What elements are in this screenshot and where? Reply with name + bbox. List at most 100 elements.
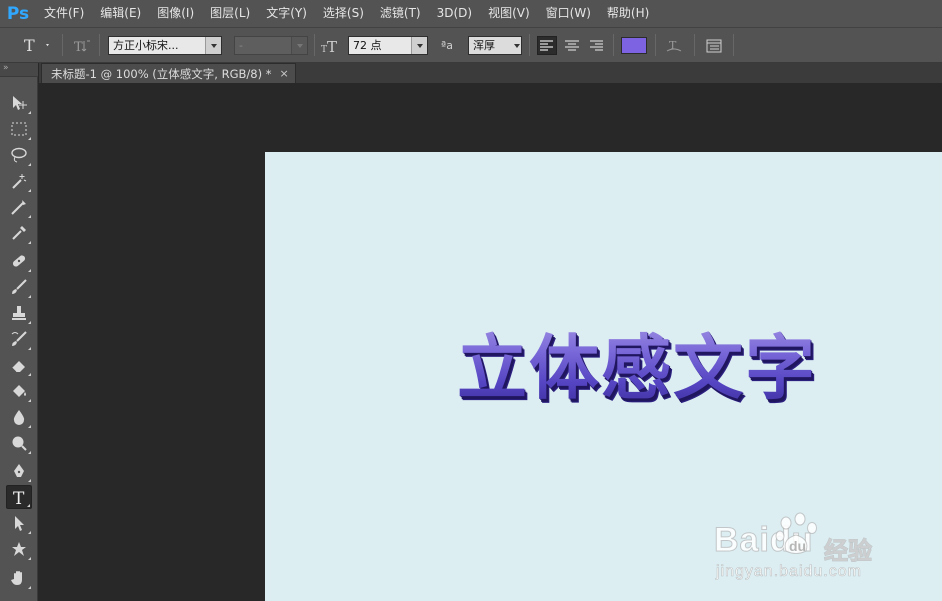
shape-tool[interactable] bbox=[6, 537, 32, 561]
jingyan-brand-text: 经验 bbox=[824, 537, 873, 566]
healing-brush-tool[interactable] bbox=[6, 249, 32, 273]
font-size-glyph-icon: T T bbox=[321, 38, 337, 54]
eyedropper-tool[interactable] bbox=[6, 221, 32, 245]
magic-wand-icon bbox=[12, 174, 27, 189]
panel-collapse-grip[interactable]: » bbox=[0, 63, 38, 77]
font-size-select[interactable]: 72 点 bbox=[348, 36, 428, 55]
menu-filter[interactable]: 滤镜(T) bbox=[372, 0, 429, 27]
warp-text-button[interactable]: T bbox=[664, 36, 684, 55]
warp-text-icon: T bbox=[666, 39, 682, 52]
separator bbox=[694, 34, 695, 56]
hand-icon bbox=[11, 571, 22, 585]
menu-type[interactable]: 文字(Y) bbox=[258, 0, 315, 27]
brush-icon bbox=[12, 279, 27, 294]
type-tool-icon: T bbox=[24, 36, 49, 54]
lasso-icon bbox=[11, 147, 27, 163]
crop-icon bbox=[11, 200, 26, 215]
chevron-down-icon bbox=[411, 37, 427, 54]
svg-text:T: T bbox=[327, 38, 337, 54]
align-left-button[interactable] bbox=[537, 36, 557, 55]
menu-edit[interactable]: 编辑(E) bbox=[92, 0, 149, 27]
font-style-select[interactable]: - bbox=[234, 36, 308, 55]
paint-bucket-icon bbox=[13, 385, 26, 397]
stamp-icon bbox=[12, 306, 26, 320]
eraser-icon bbox=[11, 361, 25, 373]
eyedropper-icon bbox=[12, 226, 26, 240]
align-right-button[interactable] bbox=[586, 36, 606, 55]
pen-icon bbox=[14, 464, 24, 477]
svg-text:T: T bbox=[74, 40, 83, 54]
canvas-3d-text[interactable]: 立体感文字 bbox=[457, 312, 817, 413]
crop-tool[interactable] bbox=[6, 195, 32, 219]
move-tool[interactable] bbox=[6, 91, 32, 115]
font-family-select[interactable]: 方正小标宋... bbox=[108, 36, 222, 55]
text-color-swatch[interactable] bbox=[621, 37, 647, 54]
dodge-icon bbox=[12, 436, 27, 451]
bandage-icon bbox=[12, 255, 26, 267]
menu-layer[interactable]: 图层(L) bbox=[202, 0, 258, 27]
lasso-tool[interactable] bbox=[6, 143, 32, 167]
path-selection-tool[interactable] bbox=[6, 511, 32, 535]
toggle-text-orientation-button[interactable]: T bbox=[72, 36, 92, 55]
workspace: 立体感文字 Baidu du 经验 jingyan.baidu.com bbox=[39, 83, 942, 601]
direct-select-icon bbox=[15, 516, 24, 531]
chevron-down-icon bbox=[205, 37, 221, 54]
menu-file[interactable]: 文件(F) bbox=[36, 0, 92, 27]
text-orientation-icon: T bbox=[74, 40, 90, 54]
font-family-value: 方正小标宋... bbox=[113, 39, 179, 52]
chevron-down-icon bbox=[291, 37, 307, 54]
separator bbox=[99, 34, 100, 56]
paint-bucket-tool[interactable] bbox=[6, 379, 32, 403]
align-center-icon bbox=[565, 39, 579, 51]
menu-view[interactable]: 视图(V) bbox=[480, 0, 538, 27]
double-chevron-icon: » bbox=[3, 63, 9, 73]
brush-tool[interactable] bbox=[6, 275, 32, 299]
watermark-url: jingyan.baidu.com bbox=[716, 563, 862, 581]
separator bbox=[733, 34, 734, 56]
align-left-icon bbox=[540, 39, 553, 51]
align-center-button[interactable] bbox=[562, 36, 582, 55]
svg-text:T: T bbox=[13, 489, 25, 506]
document-tab[interactable]: 未标题-1 @ 100% (立体感文字, RGB/8) * × bbox=[41, 63, 296, 83]
dodge-tool[interactable] bbox=[6, 431, 32, 455]
magic-wand-tool[interactable] bbox=[6, 169, 32, 193]
clone-stamp-tool[interactable] bbox=[6, 301, 32, 325]
font-style-value: - bbox=[239, 39, 243, 52]
menu-help[interactable]: 帮助(H) bbox=[599, 0, 657, 27]
panel-icon bbox=[706, 39, 722, 52]
marquee-tool[interactable] bbox=[6, 117, 32, 141]
menu-window[interactable]: 窗口(W) bbox=[538, 0, 599, 27]
antialias-select[interactable]: 浑厚 bbox=[468, 36, 522, 55]
stepper-arrows-icon bbox=[509, 37, 521, 54]
type-icon: T bbox=[13, 489, 25, 506]
tool-preset-picker[interactable]: T bbox=[22, 28, 50, 62]
history-brush-tool[interactable] bbox=[6, 327, 32, 351]
tools-panel: » T bbox=[0, 63, 38, 601]
options-bar: T T 方正小标宋... - T T 72 点 ªa 浑厚 T bbox=[0, 27, 942, 63]
history-brush-icon bbox=[11, 331, 27, 346]
menu-bar: Ps 文件(F) 编辑(E) 图像(I) 图层(L) 文字(Y) 选择(S) 滤… bbox=[0, 0, 942, 27]
align-right-icon bbox=[590, 39, 603, 51]
menu-image[interactable]: 图像(I) bbox=[149, 0, 202, 27]
eraser-tool[interactable] bbox=[6, 353, 32, 377]
blur-tool[interactable] bbox=[6, 405, 32, 429]
character-panel-button[interactable] bbox=[704, 36, 724, 55]
close-icon[interactable]: × bbox=[279, 67, 288, 80]
paw-icon: du bbox=[775, 512, 817, 554]
separator bbox=[655, 34, 656, 56]
separator bbox=[613, 34, 614, 56]
hand-tool[interactable] bbox=[6, 566, 32, 590]
color-fill bbox=[622, 38, 646, 53]
menu-3d[interactable]: 3D(D) bbox=[429, 0, 480, 27]
document-canvas[interactable]: 立体感文字 Baidu du 经验 jingyan.baidu.com bbox=[265, 152, 942, 601]
water-drop-icon bbox=[13, 410, 25, 425]
svg-text:T: T bbox=[24, 36, 35, 54]
menu-select[interactable]: 选择(S) bbox=[315, 0, 372, 27]
marquee-icon bbox=[11, 122, 27, 136]
custom-shape-icon bbox=[12, 542, 26, 556]
baidu-jingyan-watermark: Baidu du 经验 jingyan.baidu.com bbox=[713, 511, 890, 581]
pen-tool[interactable] bbox=[6, 459, 32, 483]
document-tab-title: 未标题-1 @ 100% (立体感文字, RGB/8) * bbox=[51, 66, 272, 81]
type-tool[interactable]: T bbox=[6, 485, 32, 509]
separator bbox=[62, 34, 63, 56]
